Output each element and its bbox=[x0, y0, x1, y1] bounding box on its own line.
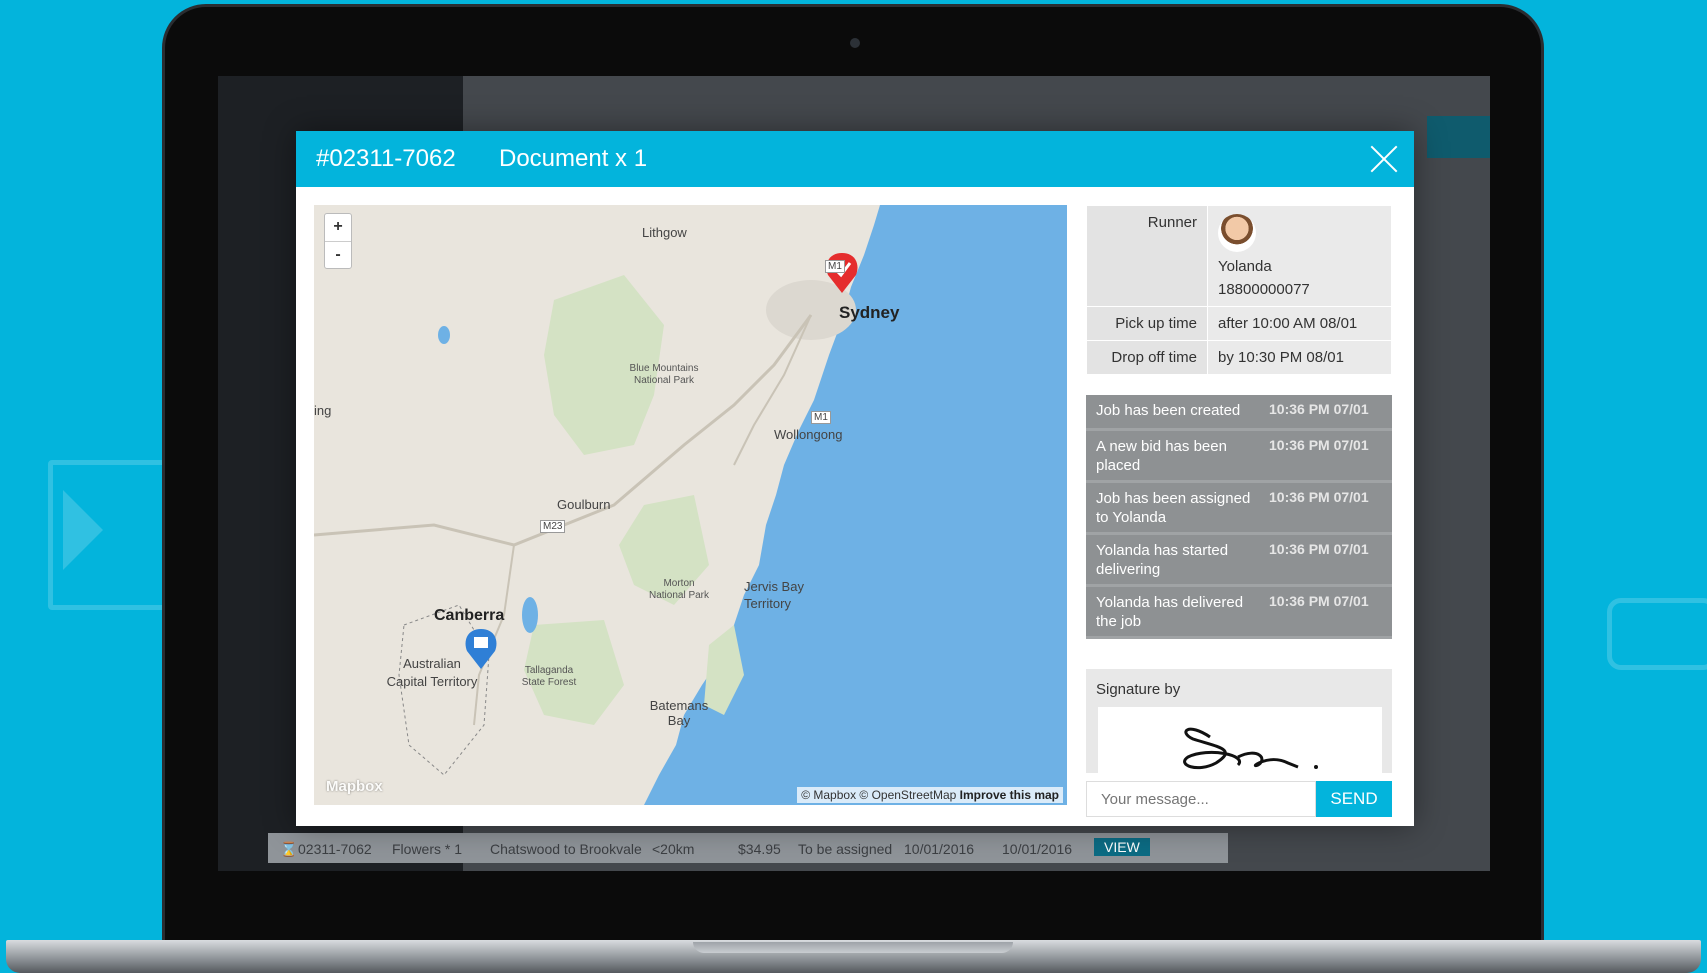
dropoff-value: by 10:30 PM 08/01 bbox=[1207, 340, 1392, 375]
map-label: Canberra bbox=[434, 607, 505, 624]
timeline-item: A new bid has been placed 10:36 PM 07/01 bbox=[1086, 431, 1392, 483]
row-distance: <20km bbox=[652, 841, 695, 857]
lake bbox=[522, 597, 538, 633]
modal-header: #02311-7062 Document x 1 bbox=[296, 131, 1414, 187]
pickup-value: after 10:00 AM 08/01 bbox=[1207, 306, 1392, 341]
timeline-item: Job has been assigned to Yolanda 10:36 P… bbox=[1086, 483, 1392, 535]
zoom-control: + - bbox=[324, 213, 352, 269]
timeline-time: 10:36 PM 07/01 bbox=[1269, 489, 1369, 505]
job-id: #02311-7062 bbox=[316, 145, 456, 172]
timeline-message: Job has been assigned to Yolanda bbox=[1096, 490, 1251, 526]
timeline-time: 10:36 PM 07/01 bbox=[1269, 401, 1369, 417]
row-view-button[interactable]: VIEW bbox=[1094, 838, 1150, 856]
map-label: Sydney bbox=[839, 303, 900, 322]
signature-image bbox=[1098, 707, 1382, 773]
close-icon[interactable] bbox=[1366, 141, 1402, 177]
map-label: Lithgow bbox=[642, 225, 687, 240]
map-label: Tallaganda State Forest bbox=[521, 665, 577, 688]
row-route: Chatswood to Brookvale bbox=[490, 841, 642, 857]
lake bbox=[438, 326, 450, 344]
message-input[interactable] bbox=[1086, 781, 1316, 817]
map-label: Batemans Bay bbox=[649, 698, 709, 728]
row-date: 10/01/2016 bbox=[1002, 841, 1073, 857]
road-shield: M1 bbox=[811, 411, 831, 424]
runner-name: Yolanda bbox=[1218, 258, 1272, 275]
avatar bbox=[1218, 214, 1256, 252]
map-label: Goulburn bbox=[557, 497, 611, 512]
job-details-table: Runner Yolanda 18800000077 Pick up time … bbox=[1086, 205, 1392, 375]
timeline-item: Yolanda has started delivering 10:36 PM … bbox=[1086, 535, 1392, 587]
header-button[interactable] bbox=[1427, 116, 1490, 158]
background-box-decoration bbox=[48, 460, 178, 610]
row-job-id: 02311-7062 bbox=[298, 841, 372, 857]
map-label: Morton National Park bbox=[648, 578, 710, 601]
zoom-out-button[interactable]: - bbox=[325, 242, 351, 269]
timeline-item: Job has been created 10:36 PM 07/01 bbox=[1086, 395, 1392, 431]
runner-label: Runner bbox=[1086, 205, 1208, 307]
zoom-in-button[interactable]: + bbox=[325, 214, 351, 242]
improve-map-link[interactable]: Improve this map bbox=[960, 788, 1059, 802]
row-item: Flowers * 1 bbox=[392, 841, 463, 857]
runner-phone: 18800000077 bbox=[1218, 281, 1310, 298]
timeline-time: 10:36 PM 07/01 bbox=[1269, 437, 1369, 453]
hourglass-icon: ⌛ bbox=[280, 841, 298, 857]
road-shield: M23 bbox=[540, 520, 566, 533]
job-detail-modal: #02311-7062 Document x 1 + - Lithgow Syd… bbox=[296, 131, 1414, 826]
signature-drawing bbox=[1183, 727, 1318, 770]
row-price: $34.95 bbox=[738, 841, 781, 857]
laptop-notch bbox=[693, 942, 1013, 953]
row-date: 10/01/2016 bbox=[904, 841, 975, 857]
dropoff-label: Drop off time bbox=[1086, 340, 1208, 375]
route-map[interactable]: + - Lithgow Sydney Blue Mountains Nation… bbox=[314, 205, 1067, 805]
timeline-item: Yolanda has delivered the job 10:36 PM 0… bbox=[1086, 587, 1392, 639]
map-label: Jervis Bay Territory bbox=[744, 579, 804, 611]
timeline-time: 10:36 PM 07/01 bbox=[1269, 541, 1369, 557]
signature-label: Signature by bbox=[1096, 681, 1181, 698]
runner-info: Yolanda 18800000077 bbox=[1207, 205, 1392, 307]
job-info-panel: Runner Yolanda 18800000077 Pick up time … bbox=[1086, 205, 1392, 817]
send-button[interactable]: SEND bbox=[1316, 781, 1392, 817]
job-table-row: ⌛ 02311-7062 Flowers * 1 Chatswood to Br… bbox=[268, 833, 1228, 863]
timeline-message: Yolanda has started delivering bbox=[1096, 542, 1229, 578]
timeline-message: A new bid has been placed bbox=[1096, 438, 1227, 474]
timeline-message: Job has been created bbox=[1096, 402, 1241, 419]
map-label: Wollongong bbox=[774, 427, 843, 442]
timeline-message: Yolanda has delivered the job bbox=[1096, 594, 1244, 630]
mapbox-logo: Mapbox bbox=[326, 778, 383, 795]
laptop-camera bbox=[850, 38, 860, 48]
map-attribution: © Mapbox © OpenStreetMap Improve this ma… bbox=[797, 787, 1063, 803]
modal-title: Document x 1 bbox=[499, 145, 648, 172]
map-label: Australian Capital Territory bbox=[386, 656, 478, 689]
attribution-text: © Mapbox © OpenStreetMap bbox=[801, 788, 957, 802]
road-shield: M1 bbox=[825, 260, 845, 273]
timeline-time: 10:36 PM 07/01 bbox=[1269, 593, 1369, 609]
signature-panel: Signature by bbox=[1086, 669, 1392, 773]
pickup-label: Pick up time bbox=[1086, 306, 1208, 341]
row-status: To be assigned bbox=[798, 841, 893, 857]
map-label: ing bbox=[314, 403, 332, 418]
background-box-decoration bbox=[1607, 598, 1707, 670]
map-label: Blue Mountains National Park bbox=[629, 363, 699, 386]
job-timeline: Job has been created 10:36 PM 07/01 A ne… bbox=[1086, 395, 1392, 639]
